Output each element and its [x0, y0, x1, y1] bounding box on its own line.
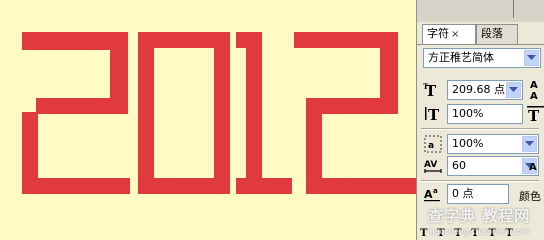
tab-paragraph[interactable]: 段落 — [476, 24, 518, 44]
chevron-down-icon[interactable] — [522, 136, 537, 152]
glyph-1 — [236, 32, 292, 194]
tab-paragraph-label: 段落 — [481, 27, 503, 40]
panel-separator — [421, 180, 539, 182]
vertical-scale-field[interactable]: 100% — [447, 104, 523, 124]
glyph-0 — [138, 32, 230, 194]
kerning-pair-icon: A — [529, 156, 544, 176]
tracking-select[interactable]: 60 — [447, 156, 539, 176]
watermark-sub: jiaocheng.chazidian.com — [430, 227, 530, 236]
font-family-select[interactable]: 方正稚艺简体 — [423, 48, 541, 68]
horizontal-scale-icon: T — [527, 104, 544, 125]
watermark-main: 查字典 教程网 — [428, 207, 531, 225]
tab-close-icon[interactable]: × — [451, 29, 459, 40]
font-size-icon: TT — [423, 80, 443, 100]
kerning-select[interactable]: 100% — [447, 134, 539, 154]
baseline-shift-value: 0 点 — [452, 187, 474, 200]
font-size-field[interactable]: 209.68 点 — [447, 80, 523, 100]
svg-text:A: A — [424, 188, 433, 201]
tracking-icon: AV — [423, 156, 443, 176]
tracking-value: 60 — [452, 159, 466, 172]
tab-character-label: 字符 — [427, 27, 449, 40]
leading-label: A — [530, 80, 538, 91]
panel-separator — [421, 128, 539, 130]
svg-text:A: A — [529, 162, 537, 173]
svg-text:T: T — [428, 106, 440, 124]
leading-icon: AA — [527, 78, 544, 102]
tab-divider — [417, 44, 544, 45]
font-size-value: 209.68 点 — [452, 83, 505, 96]
vertical-scale-icon: T — [423, 104, 443, 124]
svg-text:T: T — [423, 82, 429, 91]
svg-text:a: a — [428, 141, 434, 151]
color-label: 颜色 — [519, 190, 541, 203]
svg-text:A: A — [530, 91, 538, 100]
chevron-down-icon[interactable] — [506, 82, 521, 98]
svg-text:AV: AV — [424, 160, 437, 170]
glyph-2-right — [294, 32, 416, 194]
baseline-shift-field[interactable]: 0 点 — [447, 184, 509, 204]
glyph-2-left — [22, 32, 130, 194]
character-panel: 字符 × 段落 方正稚艺简体 TT 209.68 点 AA T 100% T a … — [416, 0, 544, 240]
watermark: 查字典 教程网 jiaocheng.chazidian.com — [420, 205, 544, 239]
kerning-icon: a — [423, 134, 443, 154]
font-family-value: 方正稚艺简体 — [428, 51, 494, 64]
canvas-artwork — [22, 32, 416, 194]
svg-text:T: T — [528, 107, 540, 124]
kerning-value: 100% — [452, 137, 484, 150]
vertical-scale-value: 100% — [452, 107, 484, 120]
panel-grip[interactable] — [513, 0, 514, 18]
tab-character[interactable]: 字符 × — [422, 24, 476, 44]
chevron-down-icon[interactable] — [524, 50, 539, 66]
panel-header-bar — [417, 0, 544, 22]
baseline-shift-icon: Aa — [423, 184, 443, 204]
svg-text:a: a — [433, 187, 438, 195]
